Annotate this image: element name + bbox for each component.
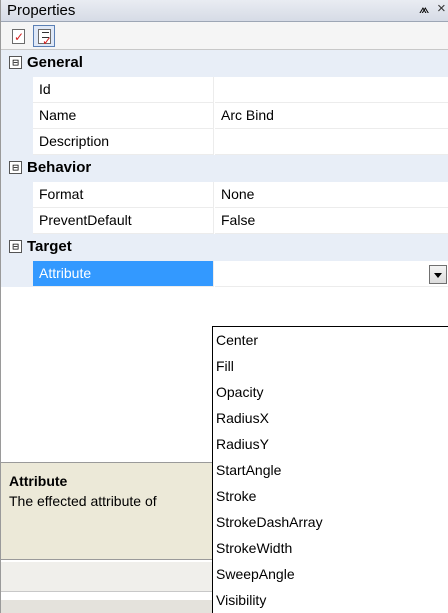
dropdown-arrow-button[interactable]: [429, 265, 447, 284]
dropdown-option[interactable]: Opacity: [213, 379, 448, 405]
property-value[interactable]: False: [215, 208, 448, 234]
dropdown-option[interactable]: Stroke: [213, 483, 448, 509]
panel-titlebar: Properties ⩕ ×: [1, 0, 448, 22]
panel-title: Properties: [7, 2, 76, 19]
property-pages-icon: ✓: [38, 29, 52, 47]
property-pages-button[interactable]: ✓: [33, 25, 55, 47]
category-target[interactable]: ⊟ Target: [1, 234, 448, 261]
category-label: Target: [27, 238, 72, 255]
property-name: Id: [33, 77, 214, 103]
close-icon[interactable]: ×: [437, 0, 446, 17]
collapse-icon[interactable]: ⊟: [9, 56, 22, 69]
category-behavior[interactable]: ⊟ Behavior: [1, 155, 448, 182]
category-label: General: [27, 54, 83, 71]
property-name: Description: [33, 129, 214, 155]
categorized-view-icon: ✓: [12, 29, 25, 44]
description-title: Attribute: [9, 473, 68, 489]
categorized-view-button[interactable]: ✓: [7, 25, 29, 47]
category-label: Behavior: [27, 159, 92, 176]
property-name: Attribute: [33, 261, 214, 287]
property-value[interactable]: None: [215, 182, 448, 208]
dropdown-option[interactable]: SweepAngle: [213, 561, 448, 587]
property-row-description[interactable]: Description: [1, 129, 448, 155]
property-name: PreventDefault: [33, 208, 214, 234]
dropdown-option[interactable]: StrokeDashArray: [213, 509, 448, 535]
property-row-id[interactable]: Id: [1, 77, 448, 103]
category-general[interactable]: ⊟ General: [1, 50, 448, 77]
collapse-icon[interactable]: ⊟: [9, 161, 22, 174]
property-row-preventdefault[interactable]: PreventDefault False: [1, 208, 448, 234]
property-value[interactable]: [215, 77, 448, 103]
dropdown-option[interactable]: StartAngle: [213, 457, 448, 483]
property-row-attribute[interactable]: Attribute: [1, 261, 448, 287]
pin-icon[interactable]: ⩕: [419, 1, 429, 17]
properties-toolbar: ✓ ✓: [1, 22, 448, 50]
property-value[interactable]: [215, 261, 448, 287]
collapse-icon[interactable]: ⊟: [9, 240, 22, 253]
property-value[interactable]: Arc Bind: [215, 103, 448, 129]
property-row-name[interactable]: Name Arc Bind: [1, 103, 448, 129]
dropdown-option[interactable]: RadiusX: [213, 405, 448, 431]
attribute-dropdown-list[interactable]: Center Fill Opacity RadiusX RadiusY Star…: [212, 326, 448, 613]
dropdown-option[interactable]: RadiusY: [213, 431, 448, 457]
properties-panel: Properties ⩕ × ✓ ✓ ⊟ General Id Name Arc…: [0, 0, 448, 613]
description-text: The effected attribute of: [9, 493, 157, 509]
dropdown-option[interactable]: StrokeWidth: [213, 535, 448, 561]
dropdown-option[interactable]: Fill: [213, 353, 448, 379]
dropdown-option[interactable]: Center: [213, 327, 448, 353]
property-row-format[interactable]: Format None: [1, 182, 448, 208]
property-value[interactable]: [215, 129, 448, 155]
property-name: Name: [33, 103, 214, 129]
dropdown-option[interactable]: Visibility: [213, 587, 448, 613]
property-name: Format: [33, 182, 214, 208]
